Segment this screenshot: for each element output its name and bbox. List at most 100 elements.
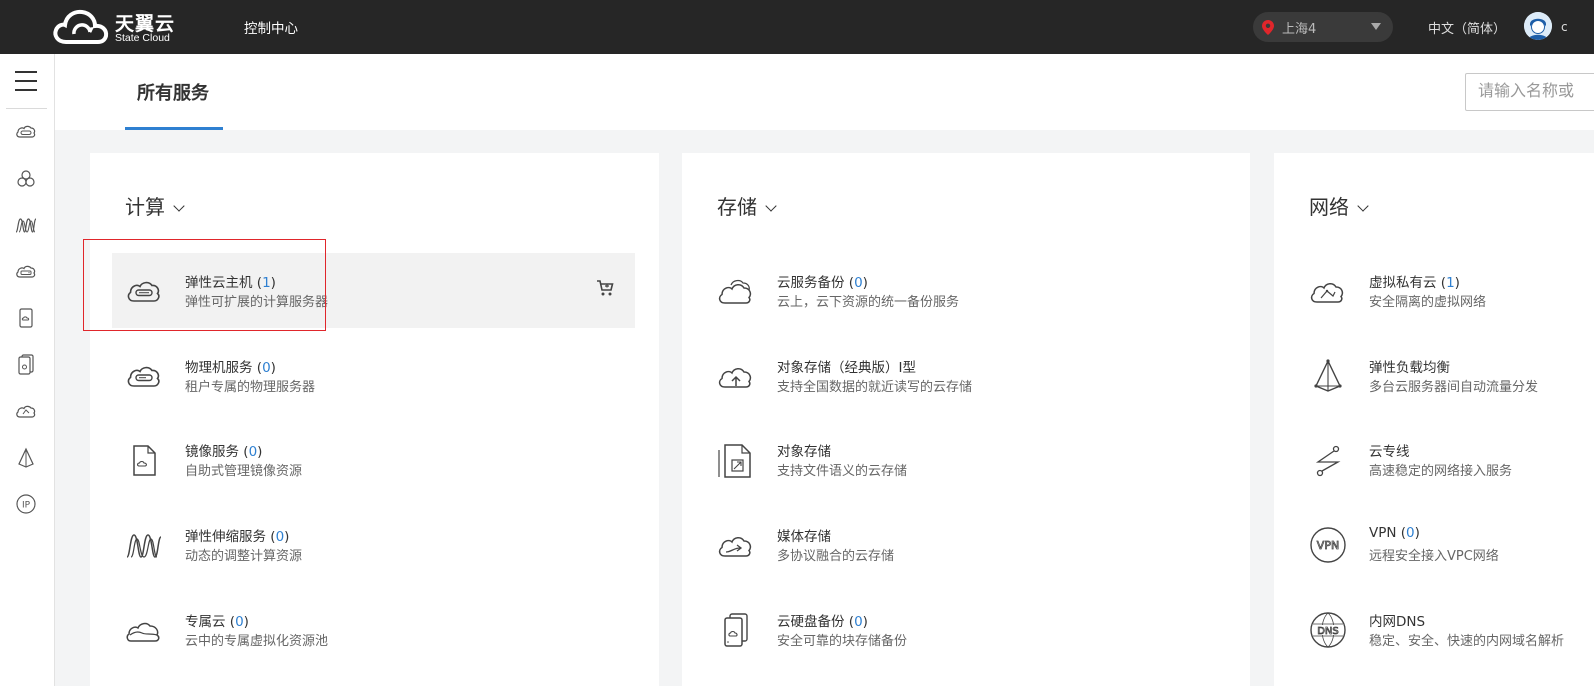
service-desc: 多台云服务器间自动流量分发 xyxy=(1369,380,1539,395)
service-count: 0 xyxy=(854,275,863,291)
service-desc: 支持全国数据的就近读写的云存储 xyxy=(777,380,973,395)
user-name[interactable]: c xyxy=(1561,20,1568,34)
top-bar: 天翼云 State Cloud 控制中心 上海4 中文（简体） c xyxy=(0,0,1594,54)
service-name: 弹性伸缩服务 (0) xyxy=(185,529,290,545)
sidebar: IP xyxy=(0,54,55,686)
service-desc: 自助式管理镜像资源 xyxy=(185,464,303,479)
service-name-text: 专属云 xyxy=(185,614,226,630)
service-item-autoscale[interactable]: 弹性伸缩服务 (0) 动态的调整计算资源 xyxy=(112,507,635,582)
chevron-down-icon xyxy=(1357,200,1369,212)
service-item-dedicated-cloud[interactable]: 专属云 (0) 云中的专属虚拟化资源池 xyxy=(112,592,635,667)
service-item-elb[interactable]: 弹性负载均衡 多台云服务器间自动流量分发 xyxy=(1296,338,1594,413)
service-item-vpc[interactable]: 虚拟私有云 (1) 安全隔离的虚拟网络 xyxy=(1296,253,1594,328)
brand-name-en: State Cloud xyxy=(115,32,170,44)
autoscale-icon xyxy=(124,525,164,565)
chevron-down-icon xyxy=(1371,23,1381,30)
svg-text:VPN: VPN xyxy=(1317,539,1339,552)
service-item-disk-backup[interactable]: 云硬盘备份 (0) 安全可靠的块存储备份 xyxy=(704,592,1227,667)
media-storage-icon xyxy=(716,525,756,565)
service-item-object-storage[interactable]: 对象存储 支持文件语义的云存储 xyxy=(704,422,1227,497)
disk-backup-icon xyxy=(716,610,756,650)
menu-icon[interactable] xyxy=(15,71,37,91)
category-title[interactable]: 存储 xyxy=(717,191,777,220)
direct-connect-icon xyxy=(1308,440,1348,480)
elb-icon[interactable] xyxy=(14,446,38,470)
service-item-cloud-backup[interactable]: 云服务备份 (0) 云上，云下资源的统一备份服务 xyxy=(704,253,1227,328)
service-desc: 动态的调整计算资源 xyxy=(185,549,303,564)
service-count: 0 xyxy=(262,360,271,376)
service-count: 1 xyxy=(1446,275,1455,291)
service-name-text: 物理机服务 xyxy=(185,360,253,376)
service-desc: 稳定、安全、快速的内网域名解析 xyxy=(1369,634,1565,649)
service-name: 媒体存储 xyxy=(777,529,831,545)
service-name: 对象存储 xyxy=(777,444,831,460)
category-title[interactable]: 计算 xyxy=(125,191,185,220)
service-desc: 远程安全接入VPC网络 xyxy=(1369,549,1499,564)
image-icon xyxy=(124,440,164,480)
vpc-icon[interactable] xyxy=(14,399,38,423)
region-selector[interactable]: 上海4 xyxy=(1253,12,1393,42)
service-desc: 高速稳定的网络接入服务 xyxy=(1369,464,1513,479)
ecs-icon[interactable] xyxy=(14,120,38,144)
dedicated-cloud-icon xyxy=(124,610,164,650)
service-item-dns[interactable]: DNS 内网DNS 稳定、安全、快速的内网域名解析 xyxy=(1296,592,1594,667)
category-title[interactable]: 网络 xyxy=(1309,191,1369,220)
service-name-text: 虚拟私有云 xyxy=(1369,275,1437,291)
service-name: 物理机服务 (0) xyxy=(185,360,276,376)
autoscale-icon[interactable] xyxy=(14,213,38,237)
service-name: 内网DNS xyxy=(1369,614,1426,630)
service-item-image[interactable]: 镜像服务 (0) 自助式管理镜像资源 xyxy=(112,422,635,497)
vpc-icon xyxy=(1308,271,1348,311)
image-icon[interactable] xyxy=(14,306,38,330)
dns-icon: DNS xyxy=(1308,610,1348,650)
service-item-object-storage-classic[interactable]: 对象存储（经典版）Ⅰ型 支持全国数据的就近读写的云存储 xyxy=(704,338,1227,413)
service-desc: 安全隔离的虚拟网络 xyxy=(1369,295,1487,310)
category-title-text: 计算 xyxy=(125,195,165,219)
console-link[interactable]: 控制中心 xyxy=(244,17,298,37)
chevron-down-icon xyxy=(765,200,777,212)
user-avatar-icon xyxy=(1524,12,1552,40)
tab-all-services[interactable]: 所有服务 xyxy=(125,54,223,130)
service-item-bms[interactable]: 物理机服务 (0) 租户专属的物理服务器 xyxy=(112,338,635,413)
category-card-storage: 存储 云服务备份 (0) 云上，云下资源的统一备份服务 对象存储（经典版）Ⅰ型 … xyxy=(682,153,1250,686)
search-input[interactable] xyxy=(1465,73,1594,111)
service-desc: 多协议融合的云存储 xyxy=(777,549,895,564)
cluster-icon[interactable] xyxy=(14,167,38,191)
service-name-text: 镜像服务 xyxy=(185,444,239,460)
service-desc: 云上，云下资源的统一备份服务 xyxy=(777,295,960,310)
service-count: 0 xyxy=(854,614,863,630)
vpn-icon: VPN xyxy=(1308,525,1348,565)
service-desc: 支持文件语义的云存储 xyxy=(777,464,908,479)
service-name: VPN (0) xyxy=(1369,525,1420,541)
bms-icon[interactable] xyxy=(14,260,38,284)
service-name-text: 弹性伸缩服务 xyxy=(185,529,266,545)
service-desc: 租户专属的物理服务器 xyxy=(185,380,316,395)
elb-icon xyxy=(1308,356,1348,396)
service-count: 0 xyxy=(275,529,285,545)
category-card-compute: 计算 弹性云主机 (1) 弹性可扩展的计算服务器 物理机服务 (0) 租户专属的… xyxy=(90,153,659,686)
cart-icon[interactable] xyxy=(596,279,614,297)
cloud-backup-icon xyxy=(716,271,756,311)
language-selector[interactable]: 中文（简体） xyxy=(1428,18,1506,37)
service-name: 专属云 (0) xyxy=(185,614,249,630)
logo[interactable]: 天翼云 State Cloud xyxy=(52,6,192,48)
service-item-direct-connect[interactable]: 云专线 高速稳定的网络接入服务 xyxy=(1296,422,1594,497)
service-name-text: VPN xyxy=(1369,525,1397,541)
backup-icon[interactable] xyxy=(14,352,38,376)
service-name: 云硬盘备份 (0) xyxy=(777,614,868,630)
cloud-upload-icon xyxy=(716,356,756,396)
service-name: 云专线 xyxy=(1369,444,1410,460)
eip-icon[interactable]: IP xyxy=(14,492,38,516)
service-item-vpn[interactable]: VPN VPN (0) 远程安全接入VPC网络 xyxy=(1296,507,1594,582)
service-name-text: 云硬盘备份 xyxy=(777,614,845,630)
service-item-media-storage[interactable]: 媒体存储 多协议融合的云存储 xyxy=(704,507,1227,582)
category-title-text: 网络 xyxy=(1309,195,1349,219)
avatar[interactable] xyxy=(1524,12,1552,40)
file-storage-icon xyxy=(716,440,756,480)
svg-text:DNS: DNS xyxy=(1317,626,1339,637)
service-desc: 安全可靠的块存储备份 xyxy=(777,634,908,649)
bms-icon xyxy=(124,356,164,396)
service-count: 0 xyxy=(235,614,244,630)
service-name: 弹性负载均衡 xyxy=(1369,360,1450,376)
tab-label: 所有服务 xyxy=(137,83,209,104)
